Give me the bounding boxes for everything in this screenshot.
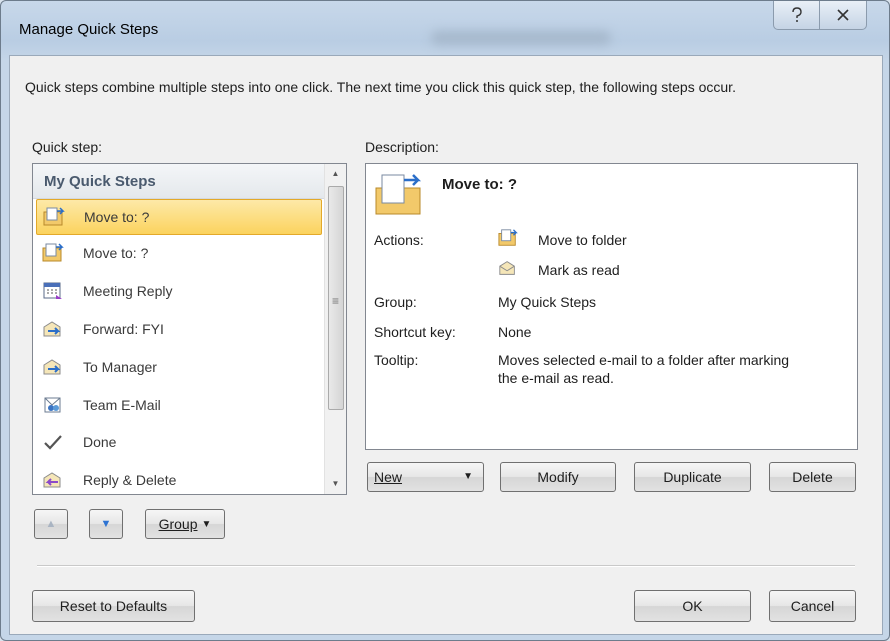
shortcut-key-label: Shortcut key: (374, 324, 456, 340)
blurred-background-title (431, 31, 611, 45)
scroll-up-arrow-icon[interactable]: ▲ (325, 164, 346, 184)
group-label: Group: (374, 294, 417, 310)
dialog-title: Manage Quick Steps (19, 21, 159, 38)
ok-button[interactable]: OK (634, 590, 751, 622)
list-item-label: Team E-Mail (83, 397, 161, 413)
move-folder-icon (498, 228, 518, 248)
manage-quick-steps-dialog: Manage Quick Steps Quick steps combine m… (0, 0, 890, 641)
duplicate-button[interactable]: Duplicate (634, 462, 751, 492)
action-item: Move to folder (538, 232, 627, 248)
list-scrollbar[interactable]: ▲ ≡ ▼ (324, 164, 346, 494)
list-item[interactable]: Meeting Reply (36, 274, 322, 308)
list-item-label: Reply & Delete (83, 472, 177, 488)
move-down-button[interactable]: ▼ (89, 509, 123, 539)
help-button[interactable] (773, 1, 821, 30)
forward-mail-icon (42, 357, 64, 377)
new-dropdown-button[interactable]: New ▼ (367, 462, 484, 492)
tooltip-value-line: Moves selected e-mail to a folder after … (498, 352, 790, 368)
intro-text: Quick steps combine multiple steps into … (25, 79, 736, 95)
list-item-label: Forward: FYI (83, 321, 164, 337)
quick-step-list[interactable]: My Quick Steps Move to: ? Move to: ? Mee… (32, 163, 347, 495)
delete-button[interactable]: Delete (769, 462, 856, 492)
list-item-label: To Manager (83, 359, 157, 375)
tooltip-label: Tooltip: (374, 352, 419, 368)
move-folder-icon (43, 207, 65, 227)
forward-mail-icon (42, 319, 64, 339)
group-value: My Quick Steps (498, 294, 597, 310)
arrow-up-icon: ▲ (45, 518, 57, 530)
footer-separator (37, 565, 855, 567)
quick-step-large-icon (374, 172, 426, 216)
team-mail-icon (42, 395, 64, 415)
dropdown-arrow-icon: ▼ (201, 518, 212, 530)
modify-button[interactable]: Modify (500, 462, 616, 492)
description-label: Description: (365, 139, 439, 155)
cancel-button[interactable]: Cancel (769, 590, 856, 622)
move-folder-icon (42, 243, 64, 263)
quick-step-label: Quick step: (32, 139, 103, 155)
title-bar[interactable]: Manage Quick Steps (1, 1, 889, 53)
help-icon (792, 7, 802, 22)
calendar-icon (42, 281, 64, 301)
close-button[interactable] (819, 1, 867, 30)
list-item[interactable]: Move to: ? (36, 199, 322, 235)
tooltip-value-line: the e-mail as read. (498, 370, 614, 386)
list-item[interactable]: Reply & Delete (36, 463, 322, 494)
list-group-label: My Quick Steps (44, 173, 156, 190)
list-item[interactable]: To Manager (36, 350, 322, 384)
actions-label: Actions: (374, 232, 424, 248)
description-panel: Move to: ? Actions: Move to folder Mark … (365, 163, 858, 450)
list-group-header: My Quick Steps (33, 164, 325, 199)
close-icon (837, 9, 849, 21)
list-item[interactable]: Forward: FYI (36, 312, 322, 346)
group-button-label: Group (158, 516, 198, 532)
new-button-label: New (374, 469, 403, 485)
mark-read-envelope-icon (498, 258, 518, 278)
reset-to-defaults-button[interactable]: Reset to Defaults (32, 590, 195, 622)
list-item-label: Move to: ? (84, 209, 150, 225)
reply-delete-icon (42, 470, 64, 490)
arrow-down-icon: ▼ (100, 518, 112, 530)
checkmark-icon (42, 432, 64, 452)
dropdown-arrow-icon: ▼ (463, 471, 473, 482)
list-item-label: Move to: ? (83, 245, 149, 261)
group-dropdown-button[interactable]: Group ▼ (145, 509, 225, 539)
move-up-button[interactable]: ▲ (34, 509, 68, 539)
list-item-label: Meeting Reply (83, 283, 173, 299)
action-item: Mark as read (538, 262, 620, 278)
list-item[interactable]: Done (36, 425, 322, 459)
shortcut-key-value: None (498, 324, 532, 340)
list-item-label: Done (83, 434, 117, 450)
list-item[interactable]: Move to: ? (36, 236, 322, 270)
list-item[interactable]: Team E-Mail (36, 388, 322, 422)
quick-step-name: Move to: ? (442, 176, 517, 193)
scroll-down-arrow-icon[interactable]: ▼ (325, 474, 346, 494)
scroll-grip-icon: ≡ (331, 294, 339, 308)
